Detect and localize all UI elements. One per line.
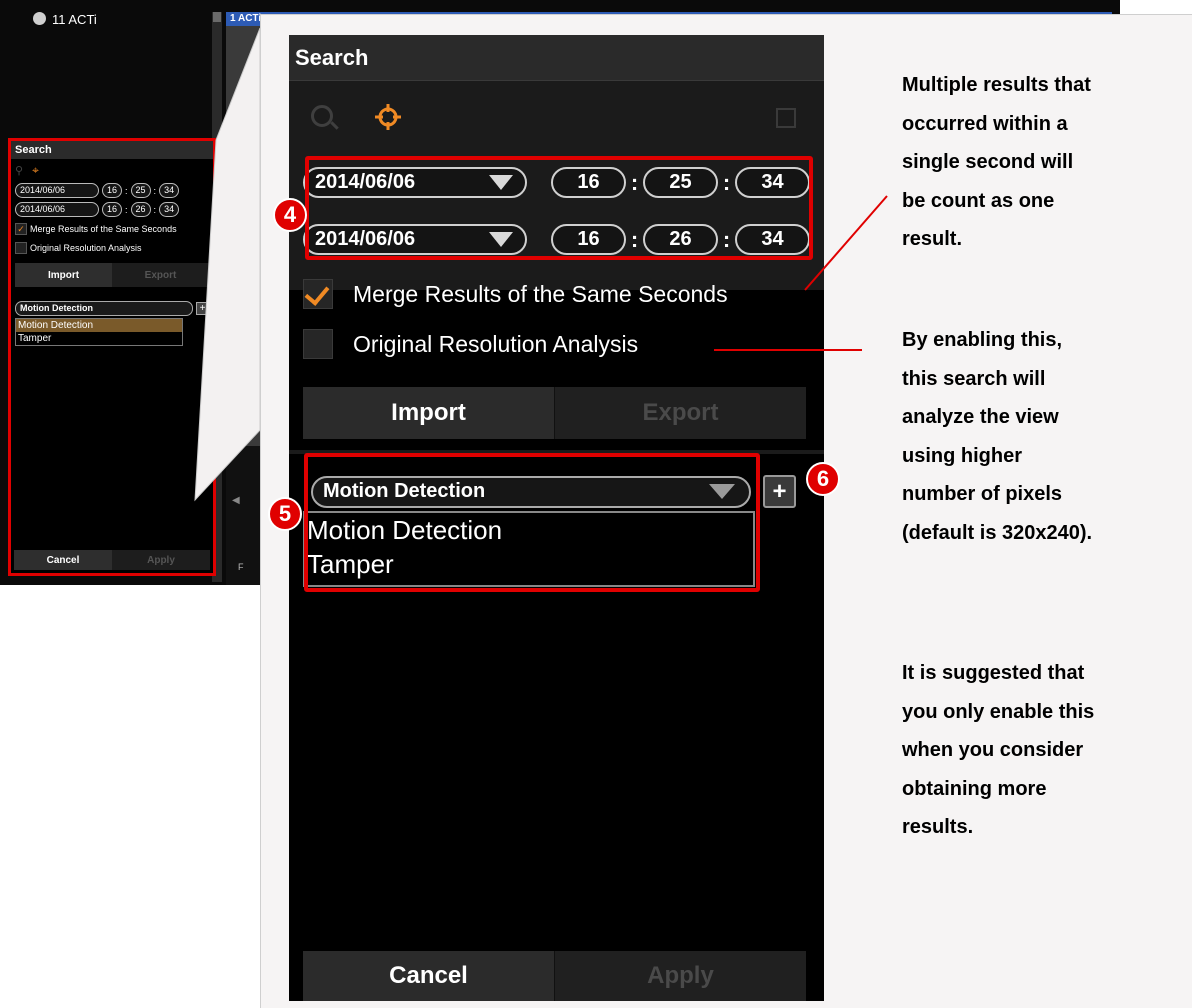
note-line: occurred within a — [902, 112, 1068, 135]
note-line: number of pixels — [902, 483, 1063, 505]
note-line: Multiple results that — [902, 74, 1091, 96]
note-line: single second will — [902, 151, 1074, 173]
note-line: analyze the view — [902, 406, 1059, 428]
note-suggest: It is suggested that you only enable thi… — [902, 654, 1094, 847]
merge-connector-line — [804, 195, 888, 291]
note-line: result. — [902, 228, 963, 250]
note-original: By enabling this, this search will analy… — [902, 321, 1092, 552]
note-line: It is suggested that — [902, 662, 1085, 684]
note-line: be count as one — [902, 189, 1055, 212]
note-line: results. — [902, 816, 974, 838]
note-line: when you consider — [902, 739, 1084, 761]
note-line: (default is 320x240). — [902, 521, 1093, 544]
note-line: you only enable this — [902, 700, 1095, 723]
note-line: this search will — [902, 367, 1046, 390]
note-line: obtaining more — [902, 777, 1047, 800]
note-merge: Multiple results that occurred within a … — [902, 66, 1091, 259]
note-line: By enabling this, — [902, 329, 1063, 351]
note-line: using higher — [902, 444, 1022, 467]
